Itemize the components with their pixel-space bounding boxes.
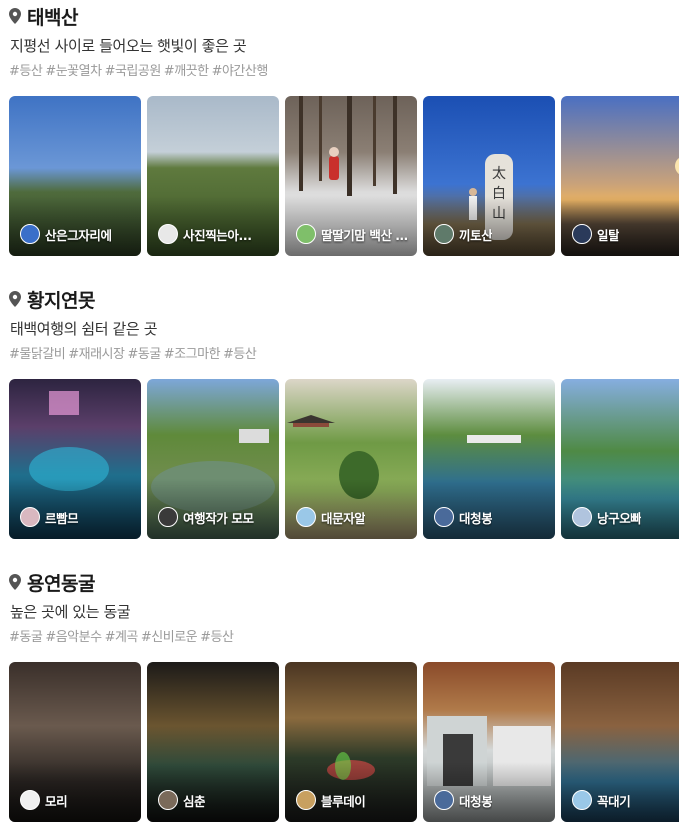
user-name: 대청봉 <box>459 793 493 809</box>
tag[interactable]: #음악분수 <box>45 626 102 645</box>
tag[interactable]: #물닭갈비 <box>9 343 66 362</box>
user-name: 모리 <box>45 793 68 809</box>
user-name: 낭구오빠 <box>597 510 642 526</box>
card-user: 심춘 <box>158 790 273 810</box>
user-avatar <box>572 224 592 244</box>
photo-card[interactable]: 모리 <box>9 662 141 822</box>
tag[interactable]: #눈꽃열차 <box>45 60 102 79</box>
user-name: 딸딸기맘 백산 눈꽃산행! <box>321 227 411 243</box>
place-title-row[interactable]: 태백산 <box>9 3 78 30</box>
user-avatar <box>20 224 40 244</box>
place-title-row[interactable]: 황지연못 <box>9 286 95 313</box>
photo-card[interactable]: 太 白 山 끼토산 <box>423 96 555 256</box>
place-description: 지평선 사이로 들어오는 햇빛이 좋은 곳 <box>10 37 247 55</box>
tag[interactable]: #조그마한 <box>164 343 221 362</box>
card-user: 일탈 <box>572 224 679 244</box>
photo-card[interactable]: 사진찍는아... <box>147 96 279 256</box>
photo-card[interactable]: 심춘 <box>147 662 279 822</box>
photo-card[interactable]: 블루데이 <box>285 662 417 822</box>
photo-card-row[interactable]: 산은그자리에 사진찍는아... 딸딸기맘 백산 눈꽃산행! <box>9 96 679 256</box>
tag[interactable]: #동굴 <box>127 343 161 362</box>
user-name: 대문자알 <box>321 510 366 526</box>
card-user: 여행작가 모모 <box>158 507 273 527</box>
photo-card-row[interactable]: 모리 심춘 블루데이 대청봉 꼭대기 <box>9 662 679 822</box>
tag[interactable]: #깨끗한 <box>164 60 209 79</box>
card-user: 블루데이 <box>296 790 411 810</box>
tag[interactable]: #등산 <box>9 60 43 79</box>
place-title[interactable]: 태백산 <box>27 3 78 30</box>
card-user: 대청봉 <box>434 507 549 527</box>
user-avatar <box>20 507 40 527</box>
tag[interactable]: #등산 <box>223 343 257 362</box>
tag-list: #물닭갈비 #재래시장 #동굴 #조그마한 #등산 <box>9 343 259 362</box>
card-user: 딸딸기맘 백산 눈꽃산행! <box>296 224 411 244</box>
tag[interactable]: #재래시장 <box>68 343 125 362</box>
user-avatar <box>434 507 454 527</box>
user-name: 르빰므 <box>45 510 79 526</box>
tag[interactable]: #동굴 <box>9 626 43 645</box>
user-avatar <box>158 790 178 810</box>
location-pin-icon <box>9 291 21 307</box>
card-user: 끼토산 <box>434 224 549 244</box>
user-name: 끼토산 <box>459 227 493 243</box>
photo-card[interactable]: 대청봉 <box>423 379 555 539</box>
photo-card[interactable]: 대청봉 <box>423 662 555 822</box>
user-name: 산은그자리에 <box>45 227 112 243</box>
card-user: 낭구오빠 <box>572 507 679 527</box>
user-name: 심춘 <box>183 793 206 809</box>
place-title[interactable]: 용연동굴 <box>27 569 95 596</box>
svg-text:太: 太 <box>492 166 506 182</box>
user-name: 블루데이 <box>321 793 366 809</box>
photo-card[interactable]: 일탈 <box>561 96 679 256</box>
user-avatar <box>296 790 316 810</box>
tag[interactable]: #계곡 <box>105 626 139 645</box>
place-title-row[interactable]: 용연동굴 <box>9 569 95 596</box>
user-avatar <box>434 790 454 810</box>
tag[interactable]: #야간산행 <box>212 60 269 79</box>
photo-card[interactable]: 대문자알 <box>285 379 417 539</box>
photo-card[interactable]: 낭구오빠 <box>561 379 679 539</box>
card-user: 사진찍는아... <box>158 224 273 244</box>
tag[interactable]: #신비로운 <box>141 626 198 645</box>
photo-card[interactable]: 산은그자리에 <box>9 96 141 256</box>
card-user: 르빰므 <box>20 507 135 527</box>
photo-card[interactable]: 꼭대기 <box>561 662 679 822</box>
user-avatar <box>572 507 592 527</box>
photo-card[interactable]: 여행작가 모모 <box>147 379 279 539</box>
place-title[interactable]: 황지연못 <box>27 286 95 313</box>
photo-card[interactable]: 르빰므 <box>9 379 141 539</box>
tag[interactable]: #등산 <box>200 626 234 645</box>
user-avatar <box>296 224 316 244</box>
user-avatar <box>572 790 592 810</box>
location-pin-icon <box>9 8 21 24</box>
user-name: 일탈 <box>597 227 620 243</box>
tag[interactable]: #국립공원 <box>105 60 162 79</box>
card-user: 모리 <box>20 790 135 810</box>
card-user: 대청봉 <box>434 790 549 810</box>
tag-list: #동굴 #음악분수 #계곡 #신비로운 #등산 <box>9 626 236 645</box>
place-description: 높은 곳에 있는 동굴 <box>10 603 131 621</box>
user-avatar <box>158 507 178 527</box>
user-avatar <box>434 224 454 244</box>
photo-card[interactable]: 딸딸기맘 백산 눈꽃산행! <box>285 96 417 256</box>
user-name: 사진찍는아... <box>183 227 252 243</box>
user-avatar <box>20 790 40 810</box>
place-description: 태백여행의 쉼터 같은 곳 <box>10 320 158 338</box>
user-name: 여행작가 모모 <box>183 510 254 526</box>
card-user: 꼭대기 <box>572 790 679 810</box>
location-pin-icon <box>9 574 21 590</box>
user-name: 꼭대기 <box>597 793 631 809</box>
user-name: 대청봉 <box>459 510 493 526</box>
user-avatar <box>296 507 316 527</box>
tag-list: #등산 #눈꽃열차 #국립공원 #깨끗한 #야간산행 <box>9 60 271 79</box>
card-user: 대문자알 <box>296 507 411 527</box>
user-avatar <box>158 224 178 244</box>
card-user: 산은그자리에 <box>20 224 135 244</box>
photo-card-row[interactable]: 르빰므 여행작가 모모 대문자알 대청봉 낭구오빠 <box>9 379 679 539</box>
